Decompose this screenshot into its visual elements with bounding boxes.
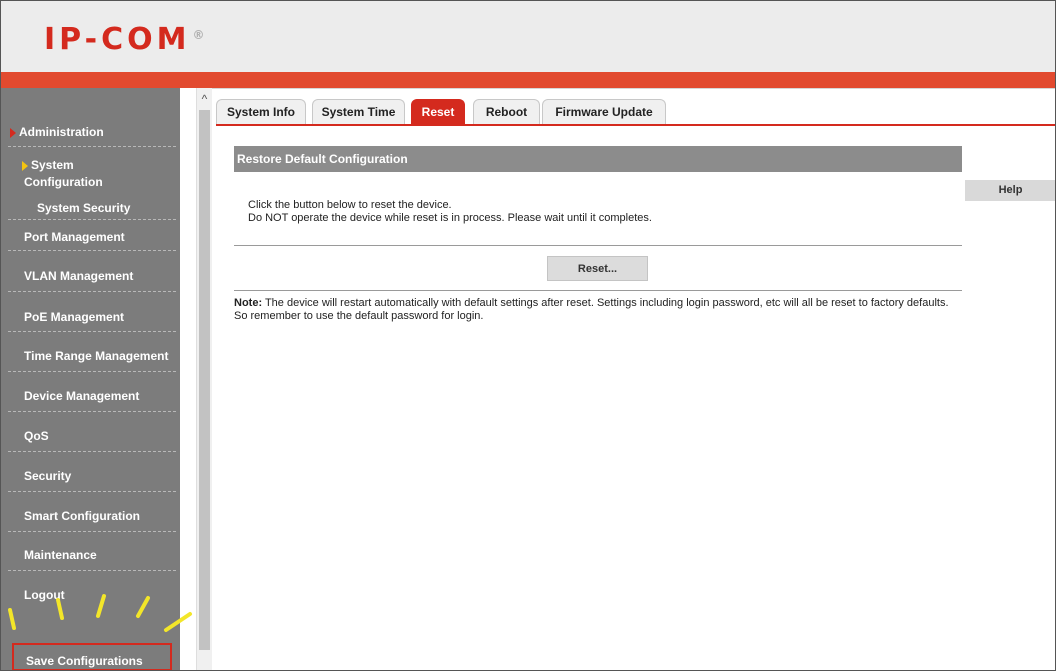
highlight-stroke bbox=[136, 596, 150, 618]
arrow-right-icon bbox=[22, 160, 28, 171]
sidebar-item-label: System Security bbox=[37, 201, 131, 215]
sidebar-item-vlan-management[interactable]: VLAN Management bbox=[0, 269, 180, 283]
tab-reboot[interactable]: Reboot bbox=[473, 99, 540, 124]
sidebar-item-label: Port Management bbox=[24, 230, 125, 244]
sidebar-item-label: PoE Management bbox=[24, 310, 125, 324]
sidebar-divider bbox=[8, 451, 176, 452]
divider bbox=[234, 245, 962, 246]
highlight-stroke bbox=[164, 612, 192, 632]
note-label: Note: bbox=[234, 297, 263, 309]
sidebar-divider bbox=[8, 570, 176, 571]
sidebar-divider bbox=[8, 531, 176, 532]
sidebar-item-system-security[interactable]: System Security bbox=[0, 201, 180, 215]
sidebar-item-label: Configuration bbox=[24, 175, 103, 189]
sidebar-item-label: Device Management bbox=[24, 389, 140, 403]
tab-system-info[interactable]: System Info bbox=[216, 99, 306, 124]
sidebar-item-label: Security bbox=[24, 469, 72, 483]
scrollbar-thumb[interactable] bbox=[199, 110, 210, 650]
sidebar-item-label: Smart Configuration bbox=[24, 509, 140, 523]
sidebar-item-poe-management[interactable]: PoE Management bbox=[0, 310, 180, 324]
sidebar-divider bbox=[8, 146, 176, 147]
header-accent-bar bbox=[0, 72, 1056, 88]
save-configurations-button[interactable]: Save Configurations bbox=[12, 643, 172, 671]
save-configurations-label: Save Configurations bbox=[26, 654, 143, 668]
sidebar-item-label: QoS bbox=[24, 429, 49, 443]
sidebar-item-label: Administration bbox=[19, 125, 104, 139]
note-text: Note: The device will restart automatica… bbox=[234, 297, 964, 323]
reset-button[interactable]: Reset... bbox=[547, 256, 648, 281]
sidebar-divider bbox=[8, 491, 176, 492]
arrow-right-icon bbox=[10, 127, 16, 138]
tab-system-time[interactable]: System Time bbox=[312, 99, 405, 124]
instruction-text: Click the button below to reset the devi… bbox=[248, 199, 452, 211]
sidebar-scrollbar[interactable]: ^ bbox=[196, 88, 212, 671]
divider bbox=[234, 290, 962, 291]
note-body: The device will restart automatically wi… bbox=[234, 297, 949, 322]
highlight-annotation bbox=[8, 594, 192, 632]
sidebar-item-system-configuration[interactable]: System Configuration bbox=[0, 158, 180, 189]
sidebar-item-security[interactable]: Security bbox=[0, 469, 180, 483]
warning-text: Do NOT operate the device while reset is… bbox=[248, 212, 652, 224]
sidebar-item-qos[interactable]: QoS bbox=[0, 429, 180, 443]
sidebar-item-smart-configuration[interactable]: Smart Configuration bbox=[0, 509, 180, 523]
header: IP-COM ® bbox=[0, 0, 1056, 89]
sidebar-divider bbox=[8, 291, 176, 292]
sidebar-divider bbox=[8, 331, 176, 332]
sidebar-divider bbox=[8, 250, 176, 251]
panel-title: Restore Default Configuration bbox=[234, 146, 962, 172]
chevron-up-icon[interactable]: ^ bbox=[197, 92, 212, 106]
sidebar-divider bbox=[8, 411, 176, 412]
sidebar-item-label: VLAN Management bbox=[24, 269, 134, 283]
sidebar-item-administration[interactable]: Administration bbox=[0, 125, 180, 139]
highlight-stroke bbox=[96, 594, 106, 618]
help-button[interactable]: Help bbox=[965, 180, 1056, 201]
sidebar-item-maintenance[interactable]: Maintenance bbox=[0, 548, 180, 562]
highlight-stroke bbox=[56, 598, 64, 620]
sidebar-item-device-management[interactable]: Device Management bbox=[0, 389, 180, 403]
registered-mark: ® bbox=[192, 28, 205, 42]
brand-logo: IP-COM ® bbox=[44, 22, 205, 57]
sidebar-item-time-range-management[interactable]: Time Range Management bbox=[0, 349, 180, 363]
sidebar-item-label: Maintenance bbox=[24, 548, 97, 562]
highlight-stroke bbox=[8, 608, 16, 630]
sidebar-item-port-management[interactable]: Port Management bbox=[0, 230, 180, 244]
sidebar-item-label: Time Range Management bbox=[24, 349, 169, 363]
sidebar-divider bbox=[8, 219, 176, 220]
tab-underline bbox=[216, 124, 1056, 126]
tab-firmware-update[interactable]: Firmware Update bbox=[542, 99, 666, 124]
sidebar-item-label: System bbox=[31, 158, 74, 172]
tab-reset[interactable]: Reset bbox=[411, 99, 465, 124]
sidebar-divider bbox=[8, 371, 176, 372]
